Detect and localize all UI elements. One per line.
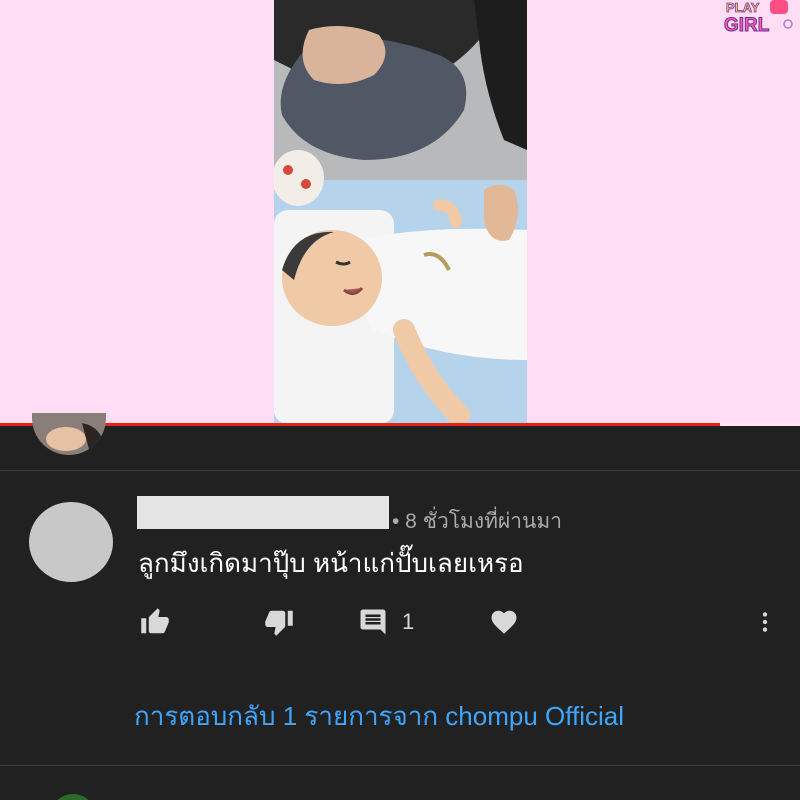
logo-text-girl: GIRL	[724, 15, 770, 36]
thumb-up-icon	[141, 608, 169, 634]
like-button[interactable]	[140, 604, 170, 640]
next-comment-avatar[interactable]	[50, 794, 96, 800]
heart-icon	[491, 610, 517, 634]
video-progress-bar[interactable]	[0, 423, 800, 426]
thumb-down-icon	[265, 610, 293, 636]
divider	[0, 765, 800, 766]
video-player[interactable]: PLAY GIRL	[0, 0, 800, 426]
progress-fill	[0, 423, 720, 426]
view-replies-link[interactable]: การตอบกลับ 1 รายการจาก chompu Official	[134, 696, 624, 737]
heart-button[interactable]	[489, 604, 519, 640]
comment-text: ลูกมึงเกิดมาปุ๊บ หน้าแก่ปั๊บเลยเหรอ	[138, 548, 524, 578]
commenter-avatar[interactable]	[29, 502, 113, 582]
logo-text-play: PLAY	[726, 0, 760, 15]
more-vert-icon	[762, 612, 768, 632]
reply-button[interactable]: 1	[358, 604, 414, 640]
comment-icon	[360, 609, 386, 635]
video-frame[interactable]	[274, 0, 527, 424]
comment-timestamp: • 8 ชั่วโมงที่ผ่านมา	[392, 510, 563, 533]
author-name-redacted[interactable]	[137, 496, 389, 529]
previous-comment-avatar[interactable]	[32, 413, 106, 455]
dislike-button[interactable]	[264, 604, 294, 640]
divider	[0, 470, 800, 471]
channel-logo: PLAY GIRL	[724, 0, 793, 36]
more-options-button[interactable]	[752, 604, 778, 640]
video-thumbnail-image	[274, 0, 527, 424]
reply-count: 1	[402, 609, 415, 634]
